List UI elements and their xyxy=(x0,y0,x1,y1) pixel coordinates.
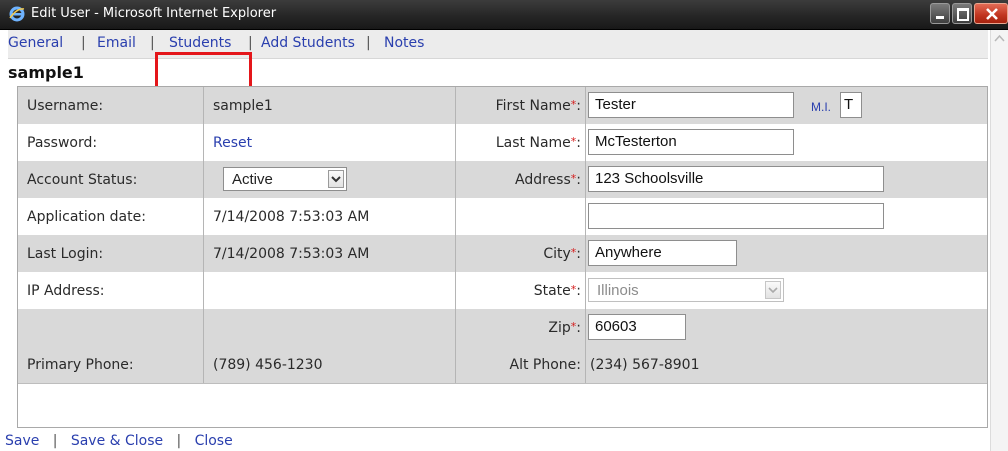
form-row: Username: sample1 First Name*: Tester M.… xyxy=(18,87,987,125)
account-status-select[interactable]: Active xyxy=(223,167,347,191)
value-cell: sample1 xyxy=(204,87,456,124)
label-cell: Password: xyxy=(18,124,204,161)
footer-separator: | xyxy=(52,433,58,449)
value-cell: Illinois xyxy=(586,272,987,309)
value-cell: (234) 567-8901 xyxy=(586,346,987,383)
form-row: Application date: 7/14/2008 7:53:03 AM xyxy=(18,198,987,236)
tab-separator: | xyxy=(81,35,86,51)
value-cell: Active xyxy=(204,161,456,198)
page-title: sample1 xyxy=(8,63,84,82)
label-cell xyxy=(456,198,586,235)
account-status-label: Account Status: xyxy=(27,172,138,188)
close-button[interactable]: Close xyxy=(195,433,233,449)
state-value: Illinois xyxy=(597,282,639,299)
alt-phone-label: Alt Phone: xyxy=(509,357,582,373)
window-titlebar[interactable]: Edit User - Microsoft Internet Explorer xyxy=(0,0,1008,30)
value-cell: McTesterton xyxy=(586,124,987,161)
tab-separator: | xyxy=(150,35,155,51)
chevron-down-icon[interactable] xyxy=(328,170,344,188)
tab-add-students[interactable]: Add Students xyxy=(261,35,355,51)
user-form: Username: sample1 First Name*: Tester M.… xyxy=(17,86,988,428)
value-cell: (789) 456-1230 xyxy=(204,346,456,383)
label-cell: Primary Phone: xyxy=(18,346,204,383)
last-name-field[interactable]: McTesterton xyxy=(588,129,794,155)
label-cell: Address*: xyxy=(456,161,586,198)
label-cell: First Name*: xyxy=(456,87,586,124)
primary-phone-label: Primary Phone: xyxy=(27,357,134,373)
zip-label: Zip*: xyxy=(548,320,581,336)
tab-students[interactable]: Students xyxy=(169,35,231,51)
label-cell: City*: xyxy=(456,235,586,272)
address-label: Address*: xyxy=(515,172,581,188)
state-label: State*: xyxy=(533,283,581,299)
maximize-icon[interactable] xyxy=(952,3,972,24)
last-login-label: Last Login: xyxy=(27,246,104,262)
first-name-field[interactable]: Tester xyxy=(588,92,794,118)
label-cell: State*: xyxy=(456,272,586,309)
value-cell xyxy=(204,309,456,346)
reset-password-link[interactable]: Reset xyxy=(213,135,252,151)
form-row: Primary Phone: (789) 456-1230 Alt Phone:… xyxy=(18,346,987,384)
value-cell: Tester M.I. T xyxy=(586,87,987,124)
form-row: Password: Reset Last Name*: McTesterton xyxy=(18,124,987,162)
chevron-down-icon[interactable] xyxy=(765,281,781,299)
password-label: Password: xyxy=(27,135,98,151)
tab-email[interactable]: Email xyxy=(97,35,136,51)
save-button[interactable]: Save xyxy=(5,433,39,449)
form-row: IP Address: State*: Illinois xyxy=(18,272,987,310)
label-cell: IP Address: xyxy=(18,272,204,309)
label-cell xyxy=(18,309,204,346)
close-icon[interactable] xyxy=(974,3,1008,24)
value-cell: 7/14/2008 7:53:03 AM xyxy=(204,198,456,235)
city-label: City*: xyxy=(543,246,581,262)
mi-label: M.I. xyxy=(811,100,831,114)
scroll-up-icon[interactable] xyxy=(994,34,1005,44)
primary-phone-value: (789) 456-1230 xyxy=(213,357,323,373)
mi-field[interactable]: T xyxy=(840,92,862,118)
application-date-label: Application date: xyxy=(27,209,146,225)
first-name-label: First Name*: xyxy=(495,98,581,114)
application-date-value: 7/14/2008 7:53:03 AM xyxy=(213,209,370,225)
label-cell: Account Status: xyxy=(18,161,204,198)
minimize-icon[interactable] xyxy=(930,3,950,24)
form-row: Last Login: 7/14/2008 7:53:03 AM City*: … xyxy=(18,235,987,273)
last-login-value: 7/14/2008 7:53:03 AM xyxy=(213,246,370,262)
tab-separator: | xyxy=(248,35,253,51)
footer-actions: Save | Save & Close | Close xyxy=(5,433,233,449)
value-cell: Anywhere xyxy=(586,235,987,272)
value-cell: 123 Schoolsville xyxy=(586,161,987,198)
ip-address-label: IP Address: xyxy=(27,283,105,299)
alt-phone-value: (234) 567-8901 xyxy=(590,357,700,373)
form-row: Account Status: Active Address*: 123 Sch… xyxy=(18,161,987,199)
label-cell: Application date: xyxy=(18,198,204,235)
label-cell: Last Login: xyxy=(18,235,204,272)
address-line2-field[interactable] xyxy=(588,203,884,229)
label-cell: Alt Phone: xyxy=(456,346,586,383)
value-cell xyxy=(204,272,456,309)
save-close-button[interactable]: Save & Close xyxy=(71,433,163,449)
label-cell: Username: xyxy=(18,87,204,124)
value-cell: 7/14/2008 7:53:03 AM xyxy=(204,235,456,272)
value-cell xyxy=(586,198,987,235)
window-title: Edit User - Microsoft Internet Explorer xyxy=(31,6,277,21)
last-name-label: Last Name*: xyxy=(495,135,581,151)
label-cell: Last Name*: xyxy=(456,124,586,161)
address-field[interactable]: 123 Schoolsville xyxy=(588,166,884,192)
username-value: sample1 xyxy=(213,98,273,114)
form-row: Zip*: 60603 xyxy=(18,309,987,347)
city-field[interactable]: Anywhere xyxy=(588,240,737,266)
vertical-scrollbar[interactable] xyxy=(990,30,1008,451)
tab-separator: | xyxy=(366,35,371,51)
state-select[interactable]: Illinois xyxy=(588,278,784,302)
zip-field[interactable]: 60603 xyxy=(588,314,686,340)
label-cell: Zip*: xyxy=(456,309,586,346)
value-cell: 60603 xyxy=(586,309,987,346)
ie-icon xyxy=(9,6,25,22)
value-cell: Reset xyxy=(204,124,456,161)
account-status-value: Active xyxy=(232,171,273,188)
username-label: Username: xyxy=(27,98,104,114)
tab-general[interactable]: General xyxy=(8,35,63,51)
footer-separator: | xyxy=(176,433,182,449)
tab-notes[interactable]: Notes xyxy=(384,35,424,51)
